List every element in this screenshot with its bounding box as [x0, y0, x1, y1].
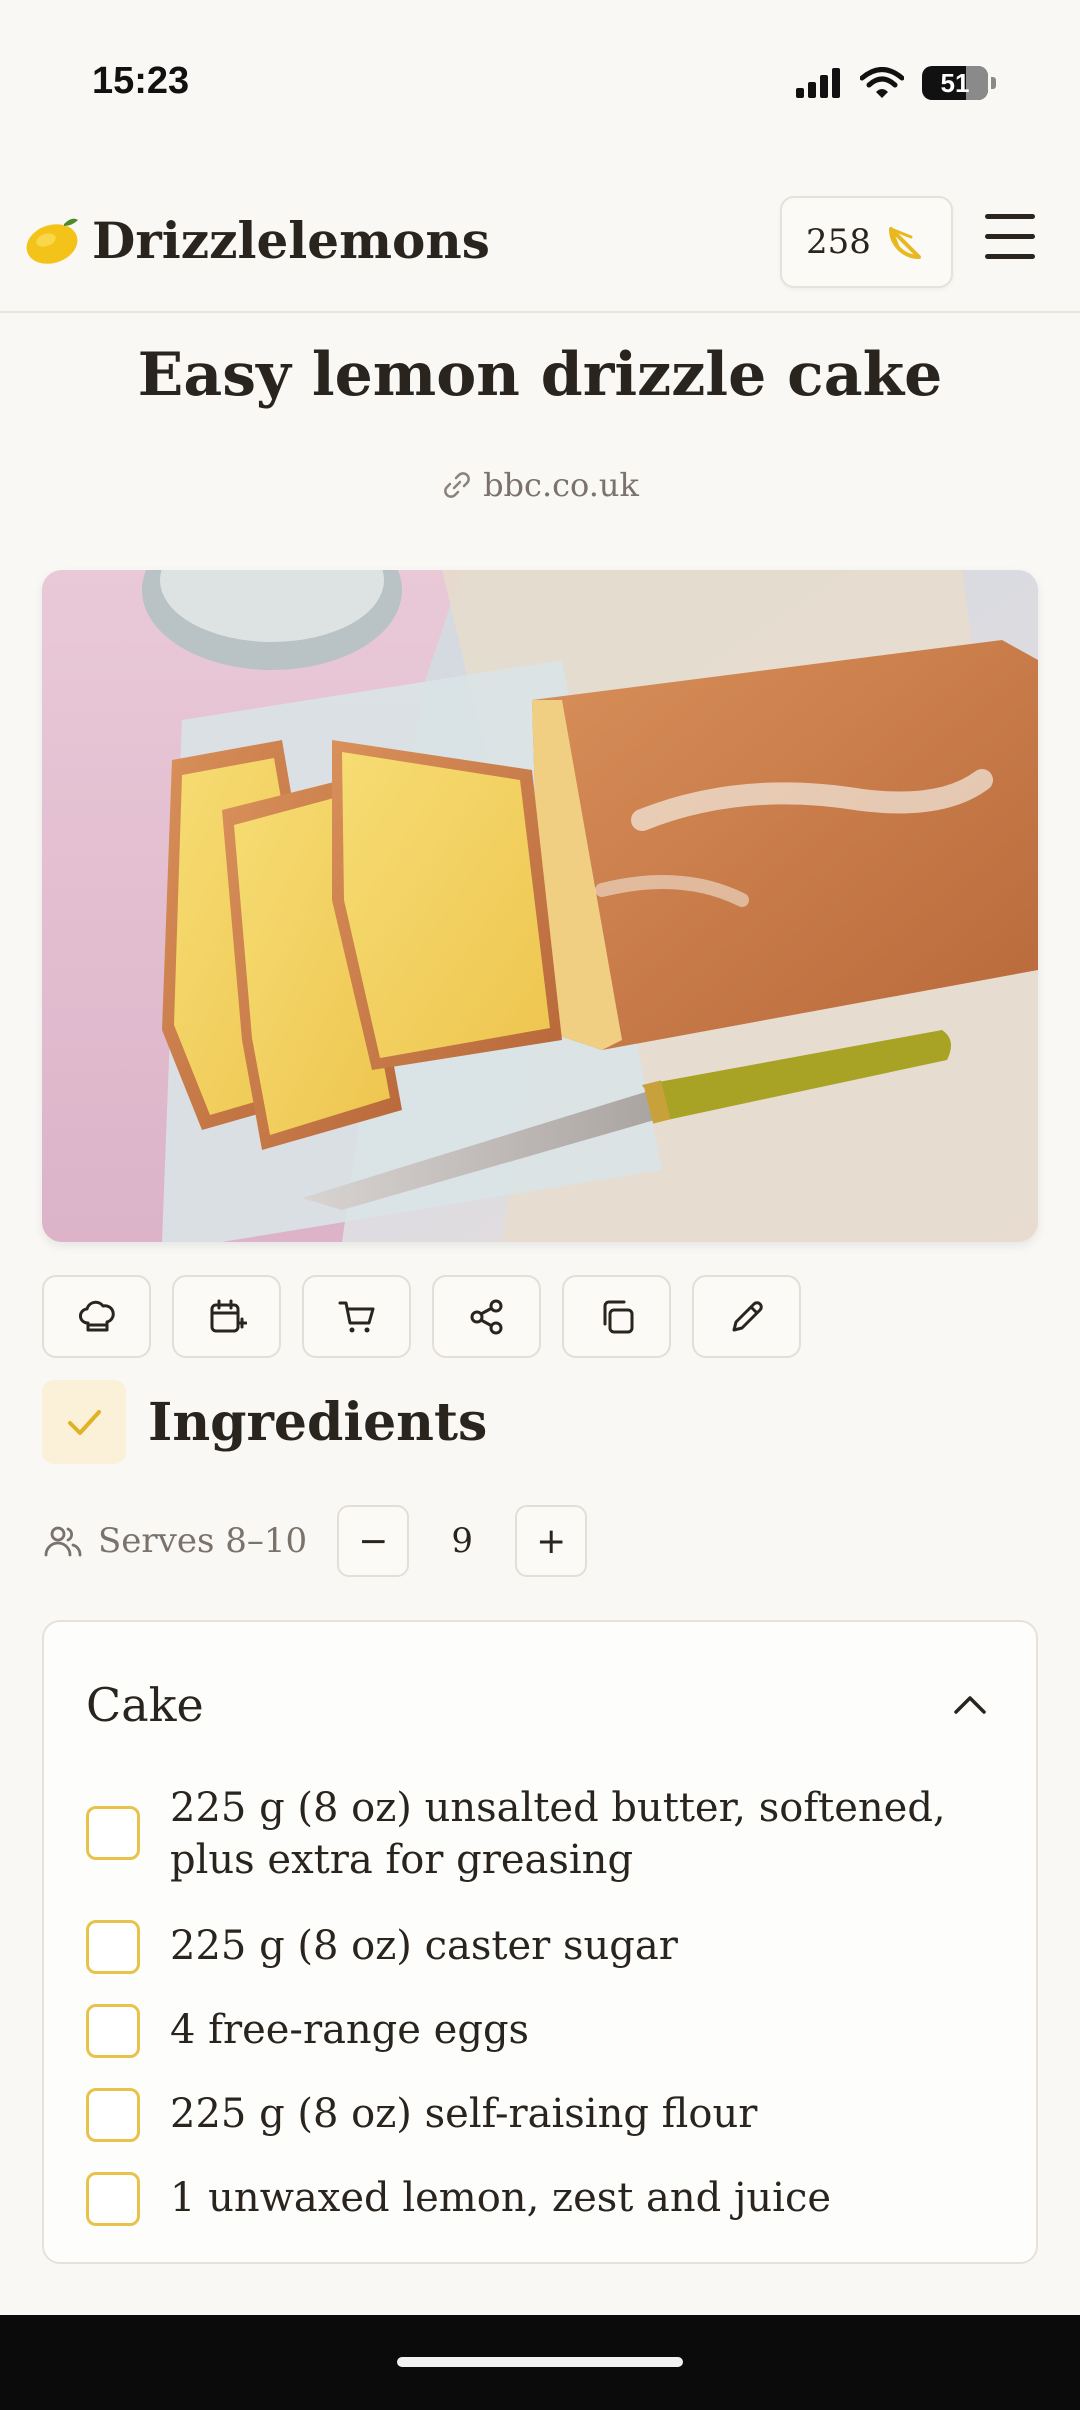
status-bar: 15:23 51 — [0, 0, 1080, 150]
share-button[interactable] — [432, 1275, 541, 1358]
home-indicator[interactable] — [397, 2357, 683, 2367]
ingredient-checkbox[interactable] — [86, 1806, 140, 1860]
ingredient-checkbox[interactable] — [86, 2088, 140, 2142]
brand-name: Drizzlelemons — [92, 210, 490, 270]
servings-value: 9 — [451, 1521, 473, 1561]
pencil-icon — [732, 1300, 763, 1331]
increase-servings-button[interactable]: + — [515, 1505, 588, 1577]
hamburger-menu-icon[interactable] — [985, 214, 1037, 266]
ingredient-item[interactable]: 225 g (8 oz) unsalted butter, softened, … — [86, 1782, 1006, 1886]
cook-mode-button[interactable] — [42, 1275, 151, 1358]
lemon-counter-value: 258 — [806, 222, 871, 262]
battery-indicator: 51 — [922, 66, 996, 100]
ingredient-item[interactable]: 225 g (8 oz) caster sugar — [86, 1920, 1006, 1974]
ingredient-text: 225 g (8 oz) unsalted butter, softened, … — [170, 1785, 946, 1883]
servings-row: Serves 8–10 − 9 + — [42, 1505, 588, 1577]
ingredient-text: 225 g (8 oz) self-raising flour — [170, 2091, 758, 2137]
battery-level: 51 — [940, 67, 970, 98]
lemon-logo-icon — [26, 218, 78, 264]
ingredient-item[interactable]: 1 unwaxed lemon, zest and juice — [86, 2172, 1006, 2226]
recipe-title: Easy lemon drizzle cake — [137, 340, 943, 410]
ingredient-text: 4 free-range eggs — [170, 2007, 530, 2053]
chevron-up-icon[interactable] — [950, 1690, 990, 1720]
status-time: 15:23 — [92, 60, 190, 102]
ingredient-item[interactable]: 225 g (8 oz) self-raising flour — [86, 2088, 1006, 2142]
ingredient-text: 225 g (8 oz) caster sugar — [170, 1923, 678, 1969]
duplicate-button[interactable] — [562, 1275, 671, 1358]
ingredients-toggle[interactable] — [42, 1380, 126, 1464]
recipe-source-text: bbc.co.uk — [483, 466, 639, 504]
ingredient-checkbox[interactable] — [86, 2004, 140, 2058]
ingredients-header: Ingredients — [42, 1380, 487, 1464]
app-header: Drizzlelemons 258 — [0, 190, 1080, 313]
check-icon — [68, 1410, 101, 1435]
chef-hat-icon — [78, 1300, 115, 1331]
recipe-toolbar — [42, 1275, 801, 1358]
section-title: Cake — [86, 1678, 204, 1732]
lemon-counter-button[interactable]: 258 — [780, 196, 953, 288]
people-icon — [44, 1526, 82, 1557]
link-icon — [444, 472, 470, 498]
ingredient-checkbox[interactable] — [86, 1920, 140, 1974]
ingredient-section-card: Cake 225 g (8 oz) unsalted butter, softe… — [42, 1620, 1038, 2264]
ingredient-item[interactable]: 4 free-range eggs — [86, 2004, 1006, 2058]
decrease-servings-button[interactable]: − — [337, 1505, 410, 1577]
signal-icon — [796, 68, 840, 98]
ingredient-list: 225 g (8 oz) unsalted butter, softened, … — [86, 1782, 1006, 2250]
share-icon — [470, 1299, 502, 1334]
recipe-photo — [42, 570, 1038, 1242]
brand[interactable]: Drizzlelemons — [22, 210, 490, 270]
cart-icon — [338, 1301, 374, 1332]
edit-button[interactable] — [692, 1275, 801, 1358]
calendar-plus-icon — [210, 1299, 247, 1332]
recipe-source-link[interactable]: bbc.co.uk — [0, 466, 1080, 504]
wifi-icon — [860, 67, 904, 98]
serves-label: Serves 8–10 — [98, 1521, 308, 1561]
ingredient-checkbox[interactable] — [86, 2172, 140, 2226]
lemon-slice-icon — [888, 227, 921, 259]
shopping-cart-button[interactable] — [302, 1275, 411, 1358]
ingredient-text: 1 unwaxed lemon, zest and juice — [170, 2175, 832, 2221]
ingredients-title: Ingredients — [148, 1391, 488, 1453]
status-icons: 51 — [796, 66, 996, 100]
add-to-calendar-button[interactable] — [172, 1275, 281, 1358]
copy-icon — [603, 1300, 633, 1333]
